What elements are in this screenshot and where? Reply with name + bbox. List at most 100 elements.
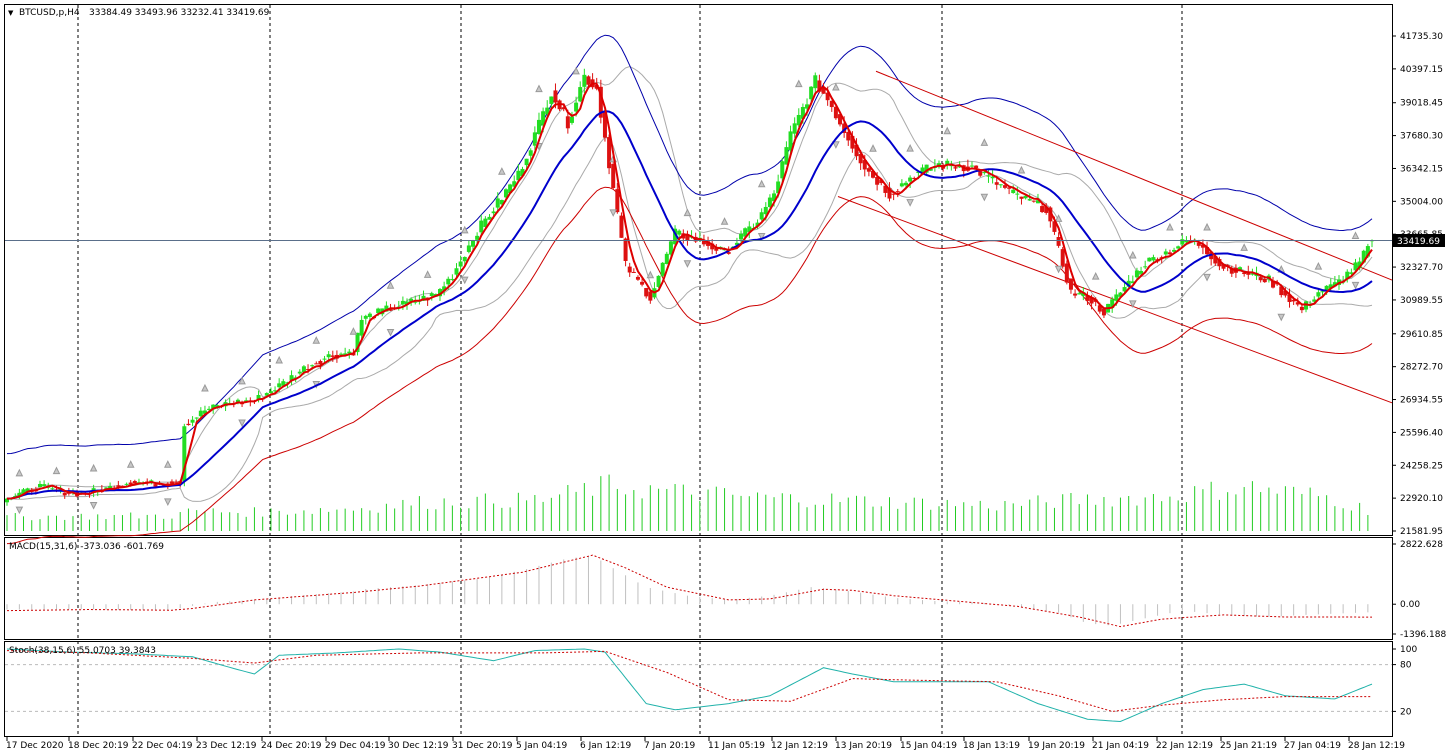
candle-body	[1056, 237, 1061, 246]
fractal-up	[52, 466, 61, 475]
price-tick-label: 40397.15	[1400, 65, 1443, 75]
stochastic-indicator: 100 80 20	[6, 645, 1417, 723]
fractal-down	[1277, 313, 1286, 322]
candle-body	[578, 87, 583, 102]
time-label: 27 Jan 04:19	[1284, 741, 1341, 751]
candle-body	[1262, 278, 1267, 283]
time-label: 29 Dec 04:19	[325, 741, 386, 751]
trading-chart: 2822.6280.00-1396.188 1008020 33419.69 4…	[4, 4, 1446, 751]
fractal-up	[906, 143, 914, 152]
time-label: 15 Jan 04:19	[900, 741, 957, 751]
macd-label: MACD(15,31,6) -373.036 -601.769	[9, 542, 164, 552]
fractal-up	[349, 327, 358, 335]
candle-body	[314, 363, 319, 365]
fractal-up	[943, 126, 952, 135]
candle-body	[904, 182, 909, 186]
candle-body	[1167, 252, 1172, 255]
stoch-levels	[5, 664, 1392, 712]
candle-body	[1011, 189, 1016, 193]
price-tick-label: 26934.55	[1400, 396, 1443, 406]
candle-body	[458, 261, 463, 267]
candle-body	[1040, 206, 1045, 213]
fractal-up	[1091, 271, 1100, 280]
price-tick-label: 39018.45	[1400, 99, 1443, 109]
fractal-down	[906, 199, 914, 207]
candle-body	[586, 76, 591, 85]
candle-body	[339, 353, 344, 355]
price-tick-label: 28272.70	[1400, 363, 1443, 373]
fractal-up	[1129, 250, 1137, 259]
candle-body	[1101, 308, 1106, 316]
fractal-up	[312, 336, 321, 344]
candle-body	[1134, 270, 1139, 278]
fractal-up	[498, 167, 506, 175]
candle-body	[619, 215, 624, 238]
fractal-down	[460, 276, 469, 285]
candle-body	[322, 358, 327, 360]
fractal-up	[386, 281, 395, 289]
stoch-signal-line	[6, 650, 1372, 712]
fractal-down	[1351, 281, 1360, 290]
time-label: 6 Jan 12:19	[580, 741, 632, 751]
candle-body	[536, 119, 541, 135]
candle-body	[297, 371, 302, 374]
candle-body	[524, 158, 529, 166]
envelope-upper	[6, 34, 1373, 455]
price-tick-label: 21581.95	[1400, 527, 1443, 537]
candle-body	[42, 484, 47, 487]
fractal-up	[423, 270, 432, 278]
envelope-lines	[6, 34, 1373, 545]
price-tick-label: 30989.55	[1400, 296, 1443, 306]
candle-body	[644, 288, 649, 297]
candle-body	[574, 102, 579, 112]
candle-body	[660, 262, 665, 276]
time-label: 23 Dec 12:19	[196, 741, 257, 751]
time-label: 30 Dec 12:19	[388, 741, 449, 751]
symbol-label: BTCUSD,p,H4	[19, 8, 80, 18]
fractal-up	[794, 79, 803, 88]
fractal-down	[683, 260, 692, 268]
candle-body	[174, 481, 179, 483]
macd-indicator: 2822.628 0.00 -1396.188	[6, 540, 1446, 640]
fractal-up	[980, 138, 989, 146]
symbol-dropdown-icon[interactable]: ▼	[8, 9, 14, 17]
candle-body	[310, 365, 315, 367]
fractal-down	[89, 502, 98, 510]
fractal-up	[238, 376, 246, 385]
candle-body	[470, 240, 475, 247]
stoch-label: Stoch(38,15,6) 55.0703 39.3843	[9, 646, 156, 656]
time-label: 18 Dec 20:19	[68, 741, 129, 751]
candle-body	[792, 123, 797, 134]
candle-body	[1027, 199, 1032, 201]
candle-body	[899, 183, 904, 187]
candle-body	[664, 253, 669, 264]
fractal-up	[646, 270, 655, 279]
candle-body	[739, 233, 744, 240]
candle-body	[615, 189, 620, 213]
candle-body	[648, 291, 653, 301]
price-tick-label: 37680.30	[1400, 132, 1443, 142]
time-label: 25 Jan 21:19	[1220, 741, 1277, 751]
ma-mid	[6, 110, 1373, 500]
price-tick-label: 32327.70	[1400, 263, 1443, 273]
candle-body	[635, 276, 640, 280]
fractal-up	[757, 179, 766, 188]
candlesticks	[5, 68, 1374, 506]
fractal-down	[164, 498, 172, 507]
fractal-up	[1017, 165, 1026, 174]
candle-body	[1163, 251, 1168, 255]
candle-body	[908, 177, 913, 182]
candle-body	[1151, 257, 1156, 261]
candle-body	[611, 163, 616, 188]
candle-body	[582, 74, 587, 87]
price-tick-label: 36342.15	[1400, 164, 1443, 174]
candle-body	[549, 96, 554, 104]
fractal-up	[720, 217, 729, 225]
candle-body	[190, 419, 195, 423]
time-label: 22 Dec 04:19	[132, 741, 193, 751]
candle-body	[759, 212, 764, 220]
fractal-up	[1166, 222, 1174, 231]
fractal-up	[869, 144, 877, 152]
candle-body	[429, 293, 434, 297]
candle-body	[479, 220, 484, 233]
